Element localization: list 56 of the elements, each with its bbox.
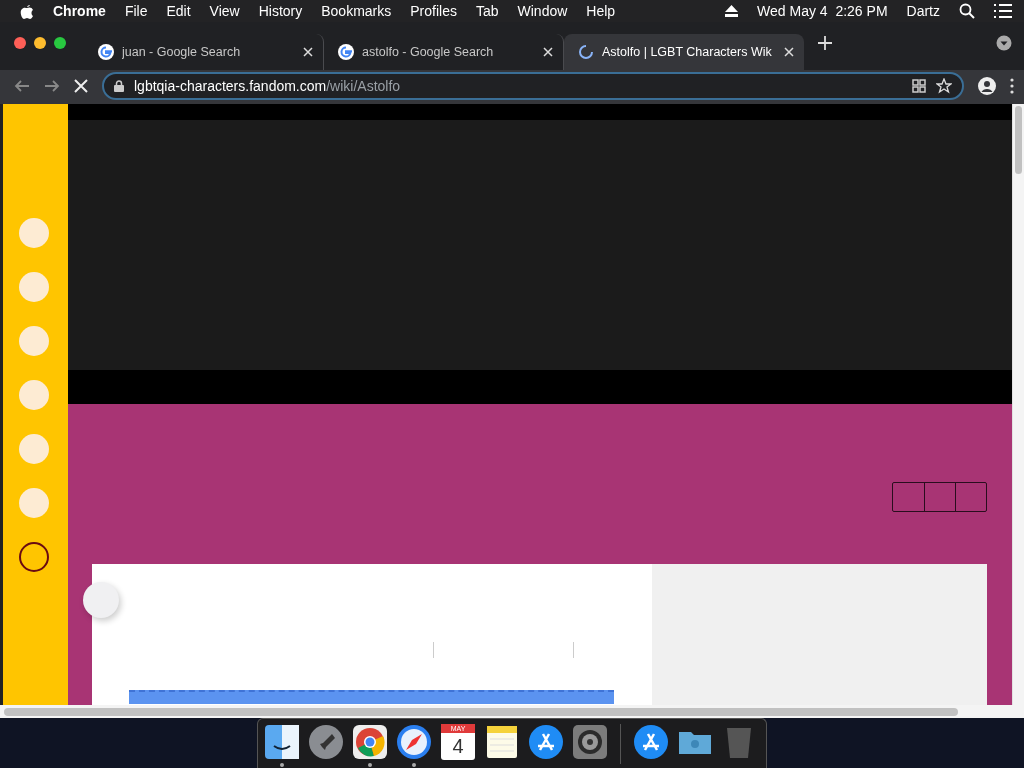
menu-item[interactable]: Help	[586, 3, 616, 19]
menu-item[interactable]: Profiles	[410, 3, 457, 19]
compass-icon	[396, 724, 432, 760]
menu-item[interactable]: Edit	[166, 3, 191, 19]
eject-icon[interactable]	[725, 5, 739, 17]
address-bar[interactable]: lgbtqia-characters.fandom.com/wiki/Astolfo	[102, 72, 964, 100]
more-icon[interactable]	[1010, 78, 1014, 94]
tab-title: astolfo - Google Search	[362, 45, 495, 59]
menu-item[interactable]: Window	[517, 3, 568, 19]
close-icon[interactable]	[303, 47, 313, 57]
qr-code-icon[interactable]	[912, 79, 926, 93]
chrome-icon	[352, 724, 388, 760]
profile-icon[interactable]	[978, 77, 996, 95]
dot[interactable]	[19, 488, 49, 518]
dot[interactable]	[19, 272, 49, 302]
menu-item[interactable]: Bookmarks	[321, 3, 392, 19]
star-icon[interactable]	[936, 78, 952, 94]
lock-icon	[114, 80, 124, 92]
stop-icon[interactable]	[74, 79, 88, 93]
list-icon[interactable]	[994, 4, 1012, 18]
app-store-icon	[633, 724, 669, 760]
app-menu[interactable]: Chrome	[53, 3, 106, 19]
search-icon[interactable]	[959, 3, 975, 19]
menu-item[interactable]: Tab	[475, 3, 499, 19]
ring[interactable]	[19, 542, 49, 572]
back-icon[interactable]	[14, 78, 30, 94]
close-button[interactable]	[14, 37, 26, 49]
forward-icon[interactable]	[44, 78, 60, 94]
round-handle[interactable]	[83, 582, 119, 618]
menu-item[interactable]: View	[209, 3, 240, 19]
finder-icon	[264, 724, 300, 760]
dot[interactable]	[19, 326, 49, 356]
dot[interactable]	[19, 218, 49, 248]
dot[interactable]	[19, 380, 49, 410]
tab-title: juan - Google Search	[122, 45, 242, 59]
menu-item[interactable]: History	[258, 3, 303, 19]
minimize-button[interactable]	[34, 37, 46, 49]
calendar-day: 4	[452, 733, 464, 759]
vertical-scrollbar[interactable]	[1012, 104, 1024, 705]
tab-title: Astolfo | LGBT Characters Wik	[602, 45, 773, 59]
clock[interactable]: Wed May 4 2:26 PM	[757, 3, 888, 19]
notepad-icon	[484, 724, 520, 760]
dot[interactable]	[19, 434, 49, 464]
close-icon[interactable]	[784, 47, 794, 57]
tab-search-icon[interactable]	[996, 35, 1012, 51]
apple-icon[interactable]	[20, 3, 34, 19]
grid-control[interactable]	[892, 482, 987, 512]
menu-item[interactable]: File	[124, 3, 148, 19]
close-icon[interactable]	[543, 47, 553, 57]
zoom-button[interactable]	[54, 37, 66, 49]
app-store-icon	[528, 724, 564, 760]
horizontal-scrollbar[interactable]	[0, 705, 1024, 718]
browser-tab[interactable]: Astolfo | LGBT Characters Wik	[564, 34, 804, 70]
user-name[interactable]: Dartz	[906, 3, 940, 19]
url-text: lgbtqia-characters.fandom.com/wiki/Astolfo	[134, 78, 402, 94]
new-tab-icon[interactable]	[818, 36, 832, 50]
